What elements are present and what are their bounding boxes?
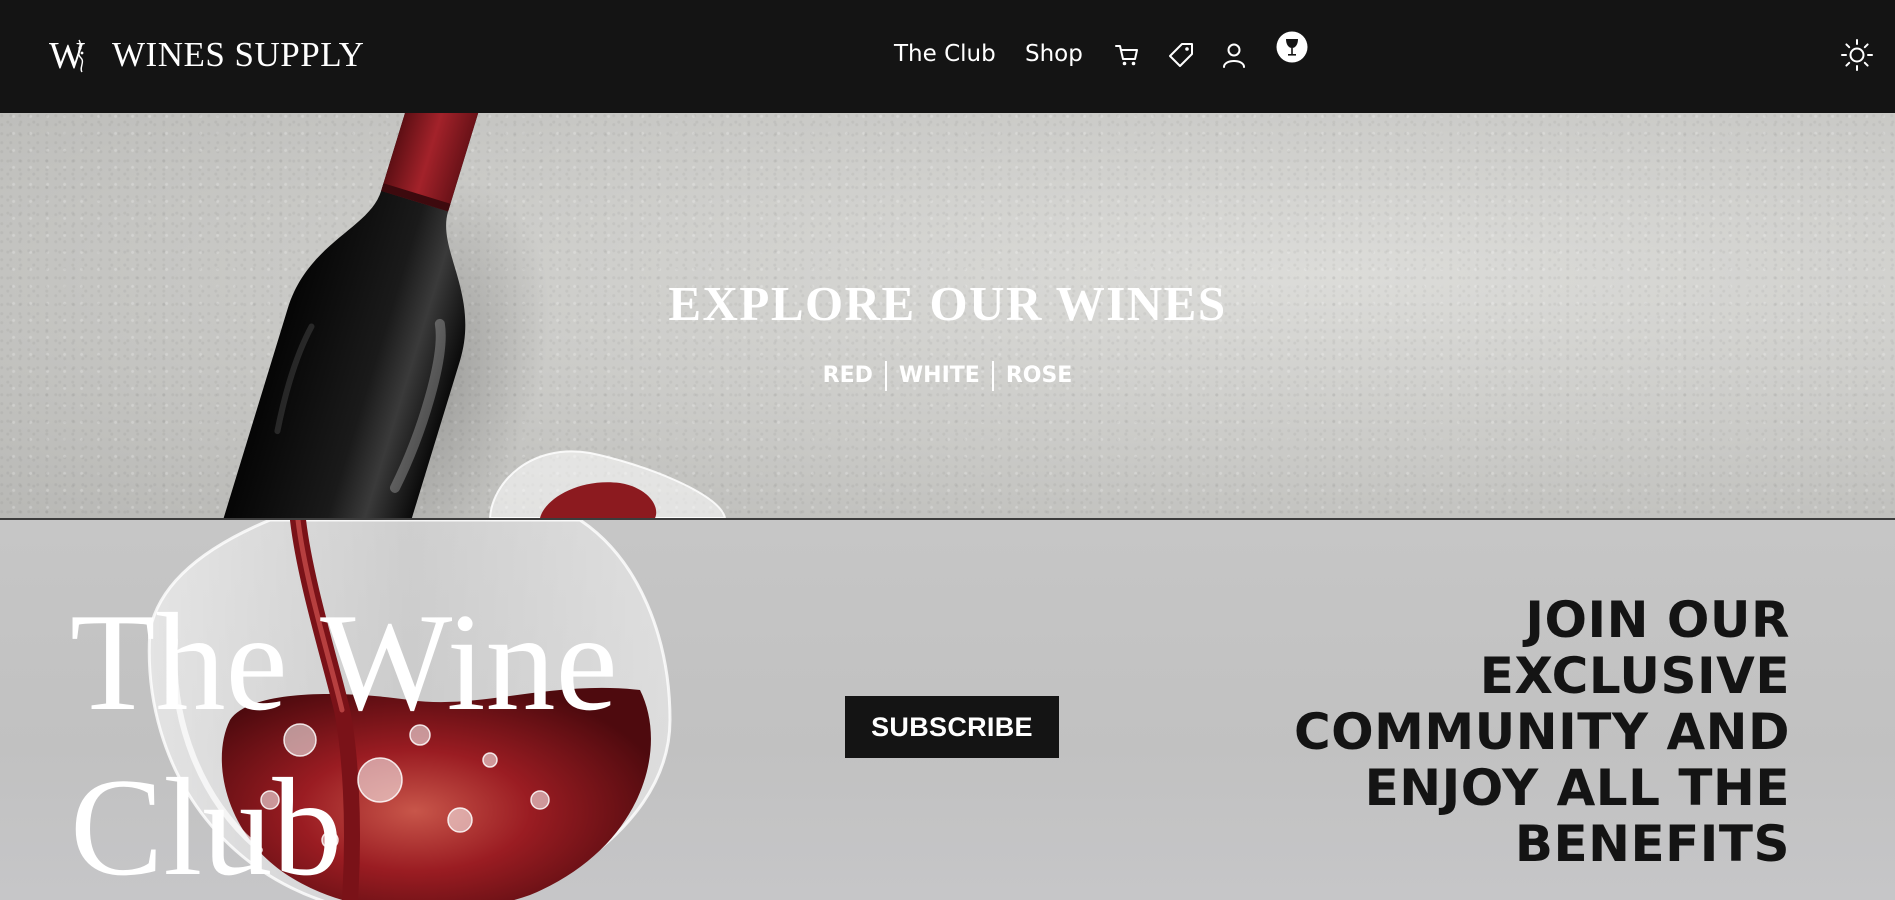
subscribe-button[interactable]: SUBSCRIBE [845, 696, 1059, 758]
tagline-line: ENJOY ALL THE [1364, 759, 1790, 817]
nav-the-club[interactable]: The Club [894, 38, 996, 70]
cart-icon[interactable] [1114, 42, 1140, 68]
nav-shop[interactable]: Shop [1025, 38, 1083, 70]
site-header: W WINES SUPPLY The Club Shop [0, 0, 1895, 113]
tagline-line: BENEFITS [1514, 815, 1790, 873]
tag-icon[interactable] [1167, 41, 1195, 69]
wine-club-section: The Wine Club SUBSCRIBE JOIN OUR EXCLUSI… [0, 520, 1895, 900]
club-title-line: The Wine [70, 585, 618, 740]
tagline-line: COMMUNITY AND [1293, 703, 1790, 761]
sun-icon[interactable] [1840, 38, 1874, 72]
link-red[interactable]: RED [811, 363, 885, 388]
club-tagline: JOIN OUR EXCLUSIVE COMMUNITY AND ENJOY A… [1260, 592, 1790, 872]
brand-name[interactable]: WINES SUPPLY [112, 34, 364, 76]
hero-title: EXPLORE OUR WINES [668, 275, 1227, 331]
club-title: The Wine Club [70, 580, 670, 900]
hero-banner: EXPLORE OUR WINES RED WHITE ROSE [0, 113, 1895, 518]
w-logo-icon[interactable]: W [49, 34, 91, 76]
club-title-line: Club [70, 750, 343, 900]
wine-category-links: RED WHITE ROSE [0, 361, 1895, 391]
tagline-line: JOIN OUR [1525, 591, 1790, 649]
user-icon[interactable] [1221, 41, 1247, 69]
tagline-line: EXCLUSIVE [1479, 647, 1790, 705]
link-white[interactable]: WHITE [887, 363, 992, 388]
wine-glass-icon[interactable] [1276, 31, 1308, 63]
link-rose[interactable]: ROSE [994, 363, 1085, 388]
